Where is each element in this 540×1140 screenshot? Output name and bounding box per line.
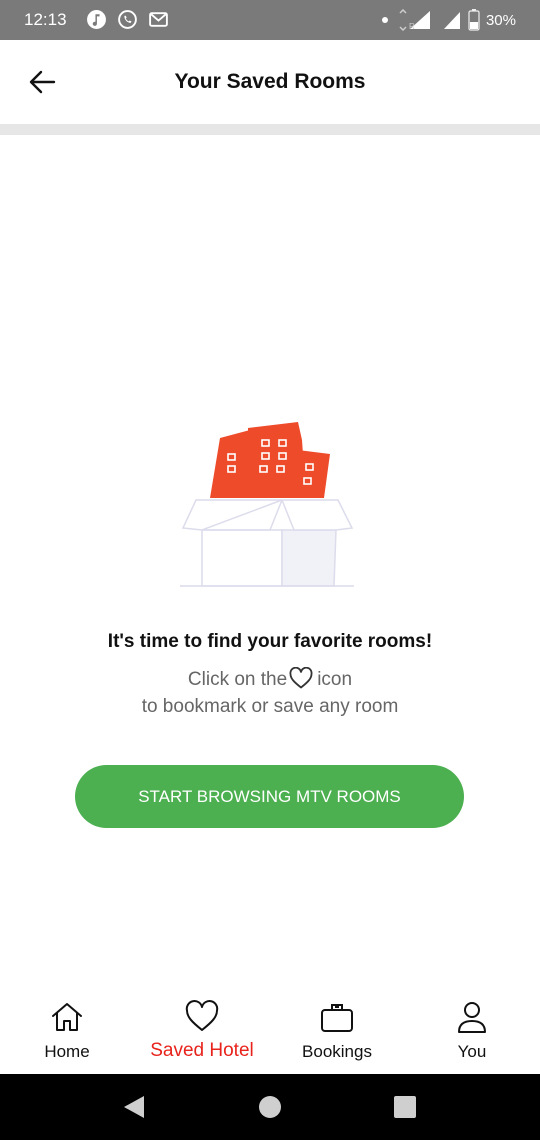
heart-icon [289,667,313,689]
status-time: 12:13 [24,10,67,29]
status-bar: 12:13 R 30% [0,0,540,40]
box-icon [180,499,354,587]
battery-icon [468,9,480,31]
notification-icons [86,9,169,30]
status-right: R 30% [380,9,516,31]
nav-item-bookings[interactable]: Bookings [272,1000,402,1070]
empty-state-hint-line1: Click on the icon [0,667,540,693]
back-triangle-icon[interactable] [122,1094,146,1120]
buildings-icon [210,422,330,498]
nav-item-you[interactable]: You [407,1000,537,1070]
home-icon [52,1003,82,1031]
nav-item-saved-hotel[interactable]: Saved Hotel [137,1000,267,1070]
app-bar: Your Saved Rooms [0,40,540,124]
home-circle-icon[interactable] [258,1094,282,1120]
battery-percent: 30% [485,11,516,29]
bottom-nav: Home Saved Hotel Bookings You [0,990,540,1074]
dot-icon [381,17,388,23]
briefcase-icon [321,1004,353,1032]
svg-text:R: R [409,22,415,31]
nav-label-bookings: Bookings [302,1042,372,1061]
nav-label-home: Home [44,1042,90,1061]
hint-text-before: Click on the [187,669,288,690]
empty-state-title: It's time to find your favorite rooms! [107,631,433,652]
music-icon [87,10,106,29]
nav-label-you: You [457,1042,487,1061]
empty-state-hint-line2: to bookmark or save any room [141,696,399,717]
gmail-icon [149,12,168,27]
buildings-in-box-illustration [180,422,354,587]
system-nav-bar [0,1074,540,1140]
signal-icon: R [399,9,430,31]
start-browsing-button[interactable]: START BROWSING MTV ROOMS [75,765,464,828]
signal-icon [443,12,460,29]
whatsapp-icon [118,10,137,29]
nav-label-saved-hotel: Saved Hotel [150,1040,254,1061]
user-icon [458,1002,486,1033]
nav-item-home[interactable]: Home [2,1000,132,1070]
page-title: Your Saved Rooms [174,70,366,93]
hint-text-after: icon [317,669,353,690]
heart-icon [185,1000,219,1031]
recents-square-icon[interactable] [393,1094,417,1120]
header-divider [0,124,540,135]
